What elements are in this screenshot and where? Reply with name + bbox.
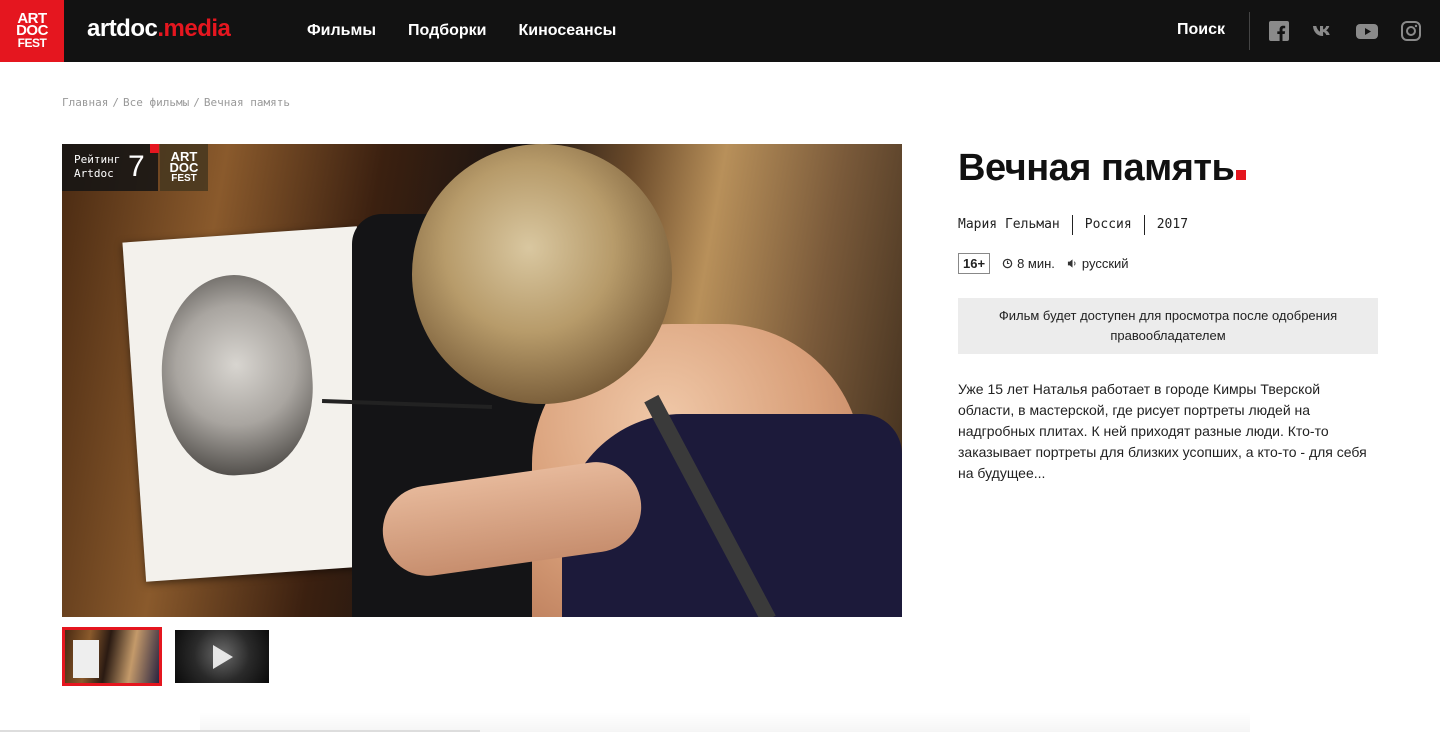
clock-icon [1002,258,1013,269]
film-main-image[interactable] [62,144,902,617]
rating-label: Рейтинг Artdoc [74,153,120,181]
play-icon [213,645,233,669]
header-divider [1249,12,1250,50]
duration-tag: 8 мин. [1002,256,1055,271]
rating-label-line2: Artdoc [74,167,114,180]
film-year[interactable]: 2017 [1143,215,1200,235]
film-title: Вечная память [958,147,1247,190]
nav-screenings[interactable]: Киносеансы [519,22,617,40]
artdocfest-logo[interactable]: ART DOC FEST [0,0,64,62]
nav-collections[interactable]: Подборки [408,22,487,40]
youtube-icon[interactable] [1356,20,1378,42]
thumbnail-portrait [73,640,99,678]
portrait-face [155,269,319,480]
film-title-text: Вечная память [958,147,1235,189]
rating-badge: Рейтинг Artdoc 7 [62,144,159,191]
brand-accent: .media [157,15,231,42]
breadcrumb-separator: / [112,96,119,109]
site-header: ART DOC FEST artdoc.media Фильмы Подборк… [0,0,1440,62]
main-nav: Фильмы Подборки Киносеансы [307,0,616,62]
woman-hair [412,144,672,404]
language-tag: русский [1067,256,1129,271]
rating-accent-dot [150,144,159,153]
brand-main: artdoc [87,15,158,42]
breadcrumb-all-films[interactable]: Все фильмы [123,96,189,109]
footer-shadow [200,712,1250,732]
film-country[interactable]: Россия [1071,215,1144,235]
breadcrumb: Главная / Все фильмы / Вечная память [62,96,290,109]
breadcrumb-home[interactable]: Главная [62,96,108,109]
thumbnail-video[interactable] [175,630,269,683]
age-rating: 16+ [958,253,991,274]
language-text: русский [1081,256,1129,271]
thumbnail-image-selected[interactable] [62,627,162,686]
vk-icon[interactable] [1312,20,1334,42]
breadcrumb-current: Вечная память [203,96,290,109]
rating-label-line1: Рейтинг [74,153,121,166]
speaker-icon [1067,259,1076,268]
brand-name[interactable]: artdoc.media [87,15,231,43]
film-director[interactable]: Мария Гельман [958,215,1072,235]
film-description: Уже 15 лет Наталья работает в городе Ким… [958,381,1367,481]
rating-value: 7 [128,150,145,183]
film-tags: 16+ 8 мин. русский [958,253,1129,274]
title-accent-dot [1236,170,1247,180]
instagram-icon[interactable] [1400,20,1422,42]
portrait-drawing [122,226,381,582]
facebook-icon[interactable] [1268,20,1290,42]
availability-notice: Фильм будет доступен для просмотра после… [958,298,1378,354]
artdocfest-badge: ART DOC FEST [160,144,208,191]
nav-films[interactable]: Фильмы [307,22,376,40]
film-meta: Мария Гельман Россия 2017 [958,215,1200,235]
search-link[interactable]: Поиск [1177,21,1225,39]
fest-badge-line-3: FEST [171,173,197,184]
logo-line-3: FEST [17,36,47,50]
fest-badge-line-2: DOC [169,160,199,175]
duration-text: 8 мин. [1017,256,1055,271]
breadcrumb-separator: / [193,96,200,109]
